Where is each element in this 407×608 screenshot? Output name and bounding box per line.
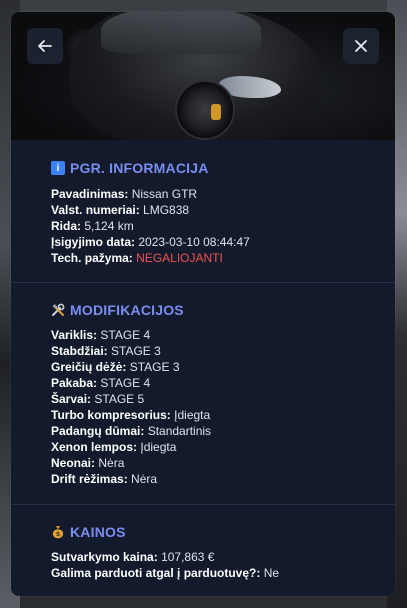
- vehicle-front-wheel: [175, 80, 235, 140]
- price-row-key: Galima parduoti atgal į parduotuvę?:: [51, 566, 261, 580]
- mod-row-key: Stabdžiai:: [51, 344, 108, 358]
- mod-row-value: STAGE 3: [129, 360, 180, 374]
- prices-section: $ KAINOS Sutvarkymo kaina: 107,863 € Gal…: [11, 504, 395, 596]
- mod-row-key: Neonai:: [51, 456, 96, 470]
- mod-row-key: Pakaba:: [51, 376, 98, 390]
- mod-row: Greičių dėžė: STAGE 3: [51, 359, 180, 375]
- money-bag-icon: $: [51, 525, 65, 539]
- mod-row-key: Padangų dūmai:: [51, 424, 145, 438]
- mod-row: Pakaba: STAGE 4: [51, 375, 150, 391]
- price-row-value: 107,863 €: [161, 550, 215, 564]
- info-row-value: LMG838: [143, 203, 190, 217]
- tools-icon: [51, 303, 65, 317]
- mod-row-value: Nėra: [98, 456, 125, 470]
- mod-row-value: STAGE 3: [111, 344, 161, 358]
- price-row: Sutvarkymo kaina: 107,863 €: [51, 549, 214, 565]
- mod-row: Xenon lempos: Įdiegta: [51, 439, 176, 455]
- close-icon: [355, 40, 367, 52]
- mod-row-value: STAGE 4: [100, 328, 151, 342]
- info-row-value: 2023-03-10 08:44:47: [138, 235, 250, 249]
- info-row: Tech. pažyma: NEGALIOJANTI: [51, 250, 223, 266]
- vehicle-info-panel: i PGR. INFORMACIJA Pavadinimas: Nissan G…: [11, 12, 395, 596]
- info-title: PGR. INFORMACIJA: [70, 160, 209, 176]
- tech-inspection-status: NEGALIOJANTI: [136, 251, 223, 265]
- mod-row-key: Xenon lempos:: [51, 440, 138, 454]
- mod-row-value: Nėra: [131, 472, 158, 486]
- modifications-section: MODIFIKACIJOS Variklis: STAGE 4 Stabdžia…: [11, 282, 395, 505]
- mod-row-value: Standartinis: [147, 424, 212, 438]
- svg-text:$: $: [56, 530, 61, 538]
- info-row-value: 5,124 km: [84, 219, 134, 233]
- price-row: Galima parduoti atgal į parduotuvę?: Ne: [51, 565, 279, 581]
- price-row-key: Sutvarkymo kaina:: [51, 550, 158, 564]
- info-section: i PGR. INFORMACIJA Pavadinimas: Nissan G…: [11, 140, 395, 282]
- close-button[interactable]: [343, 28, 379, 64]
- info-row-value: Nissan GTR: [131, 187, 198, 201]
- mod-row-key: Greičių dėžė:: [51, 360, 127, 374]
- mod-row: Turbo kompresorius: Įdiegta: [51, 407, 210, 423]
- info-row-key: Valst. numeriai:: [51, 203, 140, 217]
- mod-row: Neonai: Nėra: [51, 455, 124, 471]
- info-row: Pavadinimas: Nissan GTR: [51, 186, 197, 202]
- mod-row: Stabdžiai: STAGE 3: [51, 343, 161, 359]
- info-row-key: Įsigyjimo data:: [51, 235, 136, 249]
- modifications-title: MODIFIKACIJOS: [70, 302, 184, 318]
- mod-row: Variklis: STAGE 4: [51, 327, 150, 343]
- vehicle-brake-caliper: [211, 104, 221, 120]
- vehicle-window: [101, 12, 261, 54]
- mod-row-value: Įdiegta: [140, 440, 177, 454]
- info-icon: i: [51, 161, 65, 175]
- mod-row: Padangų dūmai: Standartinis: [51, 423, 211, 439]
- info-row-key: Pavadinimas:: [51, 187, 129, 201]
- price-row-value: Ne: [263, 566, 280, 580]
- arrow-left-icon: [38, 40, 52, 52]
- mod-row-key: Turbo kompresorius:: [51, 408, 171, 422]
- mod-row-key: Šarvai:: [51, 392, 92, 406]
- prices-title: KAINOS: [70, 524, 126, 540]
- mod-row: Drift rėžimas: Nėra: [51, 471, 157, 487]
- info-row: Valst. numeriai: LMG838: [51, 202, 189, 218]
- back-button[interactable]: [27, 28, 63, 64]
- info-row-key: Rida:: [51, 219, 81, 233]
- mod-row-key: Variklis:: [51, 328, 98, 342]
- mod-row-value: STAGE 4: [100, 376, 151, 390]
- mod-row-key: Drift rėžimas:: [51, 472, 128, 486]
- info-row: Rida: 5,124 km: [51, 218, 134, 234]
- mod-row-value: STAGE 5: [94, 392, 145, 406]
- mod-row-value: Įdiegta: [174, 408, 211, 422]
- info-row-key: Tech. pažyma:: [51, 251, 133, 265]
- mod-row: Šarvai: STAGE 5: [51, 391, 144, 407]
- info-row: Įsigyjimo data: 2023-03-10 08:44:47: [51, 234, 250, 250]
- vehicle-image: [11, 12, 395, 140]
